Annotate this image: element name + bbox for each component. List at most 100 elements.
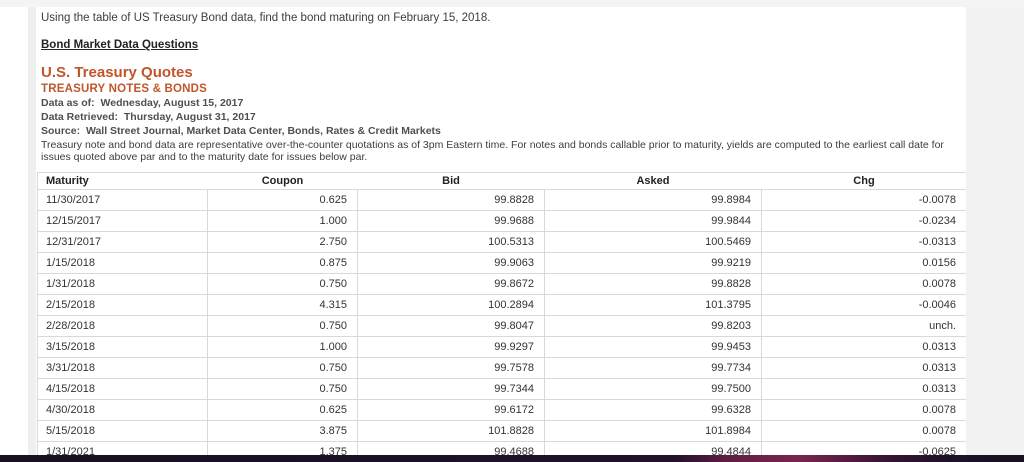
table-row: 2/28/2018 0.750 99.8047 99.8203 unch. [37,315,966,337]
cell-asked: 99.9453 [544,336,762,358]
cell-chg: -0.0078 [761,189,966,211]
cell-asked: 99.8828 [544,273,762,295]
cell-chg: -0.0234 [761,210,966,232]
cell-maturity: 12/15/2017 [37,210,208,232]
cell-maturity: 12/31/2017 [37,231,208,253]
cell-coupon: 0.875 [207,252,358,274]
cell-coupon: 0.750 [207,315,358,337]
bond-table-body: 11/30/2017 0.625 99.8828 99.8984 -0.0078… [37,189,966,455]
data-retrieved-label: Data Retrieved: [41,111,119,123]
column-header-coupon: Coupon [207,172,358,190]
content-area: Using the table of US Treasury Bond data… [37,7,966,455]
table-row: 2/15/2018 4.315 100.2894 101.3795 -0.004… [37,294,966,316]
cell-maturity: 4/30/2018 [37,399,208,421]
treasury-quotes-page: Using the table of US Treasury Bond data… [0,0,1024,462]
cell-asked: 99.7734 [544,357,762,379]
cell-bid: 99.7344 [357,378,545,400]
cell-asked: 99.7500 [544,378,762,400]
cell-maturity: 2/15/2018 [37,294,208,316]
cell-asked: 99.9219 [544,252,762,274]
bond-market-data-questions-link[interactable]: Bond Market Data Questions [41,39,198,51]
data-as-of-line: Data as of: Wednesday, August 15, 2017 [41,97,966,109]
quotes-description: Treasury note and bond data are represen… [41,139,944,163]
question-instruction: Using the table of US Treasury Bond data… [41,12,491,24]
column-header-maturity: Maturity [37,172,208,190]
table-row: 3/15/2018 1.000 99.9297 99.9453 0.0313 [37,336,966,358]
cell-coupon: 0.750 [207,357,358,379]
cell-coupon: 1.000 [207,336,358,358]
cell-chg: 0.0078 [761,273,966,295]
cell-maturity: 1/31/2018 [37,273,208,295]
cell-coupon: 0.625 [207,399,358,421]
quotes-title: U.S. Treasury Quotes [41,64,193,81]
cell-coupon: 3.875 [207,420,358,442]
data-as-of-value: Wednesday, August 15, 2017 [100,97,244,109]
cell-chg: -0.0046 [761,294,966,316]
cell-maturity: 3/31/2018 [37,357,208,379]
cell-coupon: 1.375 [207,441,358,455]
cell-asked: 101.8984 [544,420,762,442]
cell-asked: 99.8203 [544,315,762,337]
top-gray-strip [0,0,1024,7]
cell-maturity: 2/28/2018 [37,315,208,337]
cell-bid: 99.9063 [357,252,545,274]
cell-bid: 100.5313 [357,231,545,253]
cell-bid: 99.9688 [357,210,545,232]
cell-bid: 99.4688 [357,441,545,455]
cell-maturity: 4/15/2018 [37,378,208,400]
cell-bid: 101.8828 [357,420,545,442]
cell-chg: -0.0313 [761,231,966,253]
cell-coupon: 1.000 [207,210,358,232]
table-header-row: Maturity Coupon Bid Asked Chg [37,172,966,190]
cell-coupon: 2.750 [207,231,358,253]
data-as-of-label: Data as of: [41,97,95,109]
cell-chg: 0.0078 [761,399,966,421]
data-retrieved-value: Thursday, August 31, 2017 [123,111,256,123]
cell-asked: 100.5469 [544,231,762,253]
cell-maturity: 1/31/2021 [37,441,208,455]
table-row: 1/31/2018 0.750 99.8672 99.8828 0.0078 [37,273,966,295]
table-row: 11/30/2017 0.625 99.8828 99.8984 -0.0078 [37,189,966,211]
column-header-chg: Chg [761,172,966,190]
cell-bid: 99.8828 [357,189,545,211]
cell-coupon: 0.750 [207,378,358,400]
cell-bid: 99.7578 [357,357,545,379]
table-row: 1/31/2021 1.375 99.4688 99.4844 -0.0625 [37,441,966,455]
right-gutter-panel [966,7,1024,455]
cell-chg: unch. [761,315,966,337]
data-retrieved-line: Data Retrieved: Thursday, August 31, 201… [41,111,966,123]
table-row: 4/30/2018 0.625 99.6172 99.6328 0.0078 [37,399,966,421]
cell-bid: 99.6172 [357,399,545,421]
cell-chg: 0.0313 [761,336,966,358]
table-row: 1/15/2018 0.875 99.9063 99.9219 0.0156 [37,252,966,274]
cell-coupon: 0.750 [207,273,358,295]
table-row: 12/15/2017 1.000 99.9688 99.9844 -0.0234 [37,210,966,232]
cell-asked: 99.8984 [544,189,762,211]
bottom-dark-bar [0,455,1024,462]
cell-coupon: 4.315 [207,294,358,316]
column-header-asked: Asked [544,172,762,190]
cell-maturity: 3/15/2018 [37,336,208,358]
cell-asked: 99.9844 [544,210,762,232]
column-header-bid: Bid [357,172,545,190]
cell-asked: 101.3795 [544,294,762,316]
cell-bid: 99.8047 [357,315,545,337]
left-gutter-strip [28,7,36,455]
cell-bid: 99.8672 [357,273,545,295]
cell-maturity: 1/15/2018 [37,252,208,274]
source-value: Wall Street Journal, Market Data Center,… [85,125,441,137]
source-line: Source: Wall Street Journal, Market Data… [41,125,966,137]
source-label: Source: [41,125,81,137]
cell-asked: 99.6328 [544,399,762,421]
table-row: 4/15/2018 0.750 99.7344 99.7500 0.0313 [37,378,966,400]
treasury-quotes-table: Maturity Coupon Bid Asked Chg 11/30/2017… [37,172,966,455]
cell-bid: 99.9297 [357,336,545,358]
table-row: 12/31/2017 2.750 100.5313 100.5469 -0.03… [37,231,966,253]
cell-bid: 100.2894 [357,294,545,316]
cell-chg: -0.0625 [761,441,966,455]
table-row: 5/15/2018 3.875 101.8828 101.8984 0.0078 [37,420,966,442]
cell-maturity: 11/30/2017 [37,189,208,211]
cell-chg: 0.0313 [761,357,966,379]
cell-chg: 0.0078 [761,420,966,442]
quotes-subtitle: TREASURY NOTES & BONDS [41,83,208,95]
